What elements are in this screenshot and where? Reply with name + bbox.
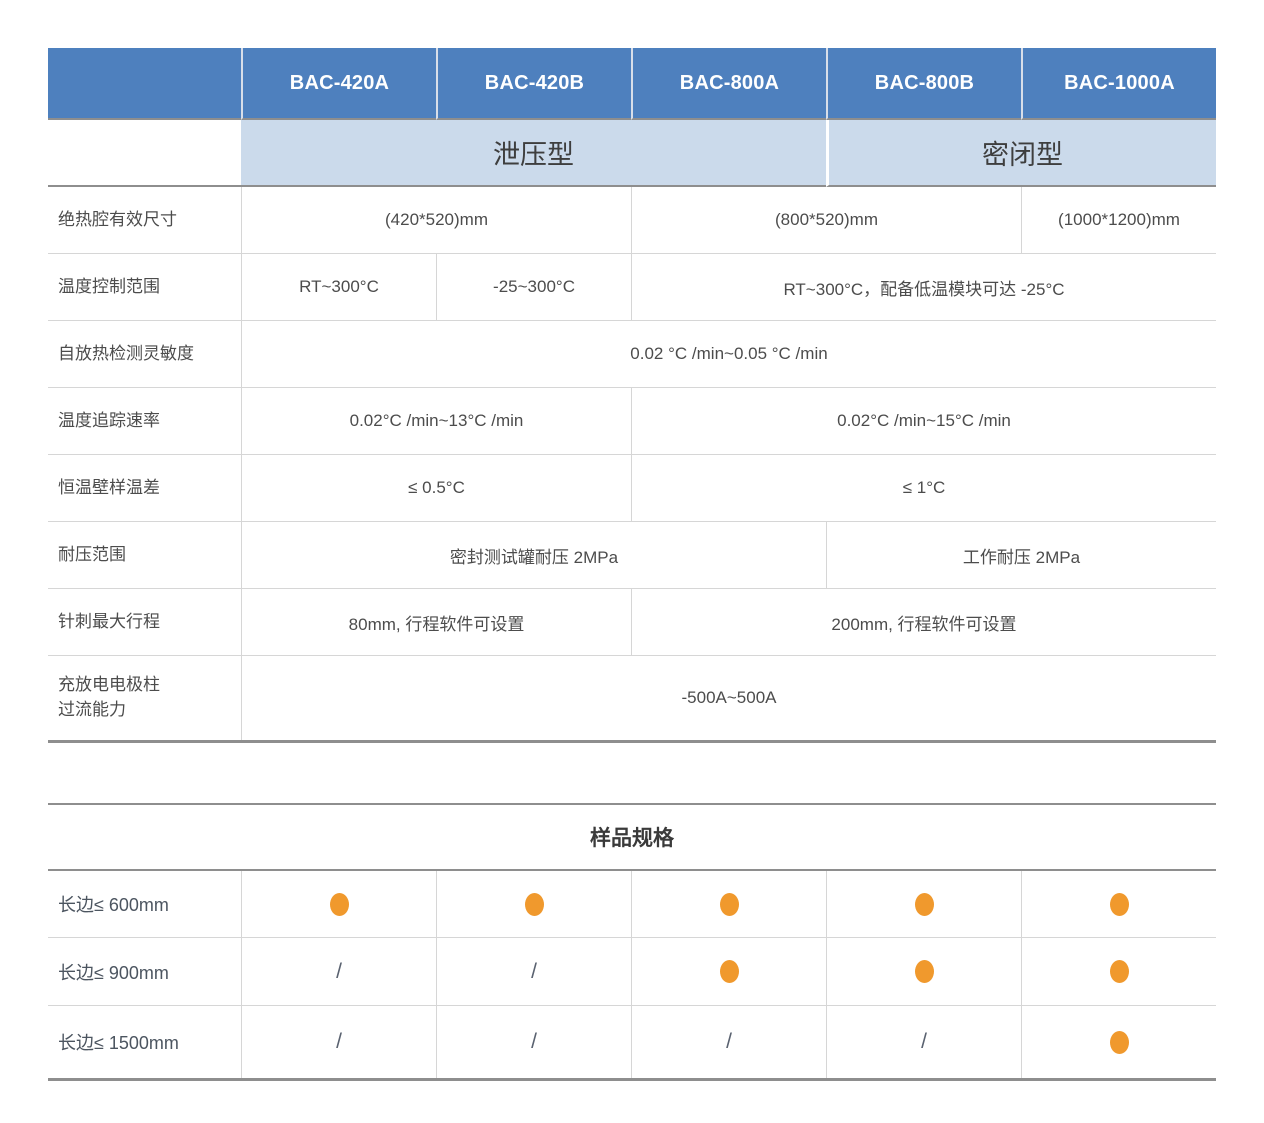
spec-value-cell: 密封测试罐耐压 2MPa — [241, 522, 826, 589]
mark-icon — [915, 960, 934, 983]
sample-value-cell — [826, 871, 1021, 938]
spec-table: BAC-420A BAC-420B BAC-800A BAC-800B BAC-… — [48, 48, 1216, 743]
header-empty-cell — [48, 48, 241, 120]
band-empty-cell — [48, 120, 241, 187]
mark-icon — [336, 960, 342, 984]
sample-table-title: 样品规格 — [48, 805, 1216, 871]
model-header-cell: BAC-420B — [436, 48, 631, 120]
spec-value-cell: -500A~500A — [241, 656, 1216, 740]
sample-row-label: 长边≤ 1500mm — [48, 1006, 241, 1078]
spec-value-cell: 0.02 °C /min~0.05 °C /min — [241, 321, 1216, 388]
mark-icon — [1110, 893, 1129, 916]
spec-value-cell: (1000*1200)mm — [1021, 187, 1216, 254]
sample-value-cell — [1021, 871, 1216, 938]
spec-value-cell: 200mm, 行程软件可设置 — [631, 589, 1216, 656]
mark-icon — [1110, 960, 1129, 983]
spec-row-label: 温度追踪速率 — [48, 388, 241, 455]
model-header-cell: BAC-1000A — [1021, 48, 1216, 120]
model-header-cell: BAC-420A — [241, 48, 436, 120]
spec-value-cell: 0.02°C /min~13°C /min — [241, 388, 631, 455]
spec-value-cell: 0.02°C /min~15°C /min — [631, 388, 1216, 455]
spec-value-cell: 工作耐压 2MPa — [826, 522, 1216, 589]
spec-value-cell: ≤ 1°C — [631, 455, 1216, 522]
spec-row-label: 恒温壁样温差 — [48, 455, 241, 522]
mark-icon — [720, 960, 739, 983]
spec-value-cell: ≤ 0.5°C — [241, 455, 631, 522]
spec-row-label: 绝热腔有效尺寸 — [48, 187, 241, 254]
mark-icon — [336, 1030, 342, 1054]
mark-icon — [531, 960, 537, 984]
sample-value-cell — [436, 1006, 631, 1078]
type-group-sealed: 密闭型 — [826, 120, 1216, 187]
mark-icon — [720, 893, 739, 916]
sample-value-cell — [826, 938, 1021, 1006]
mark-icon — [726, 1030, 732, 1054]
mark-icon — [525, 893, 544, 916]
spec-row-label: 温度控制范围 — [48, 254, 241, 321]
spec-value-cell: RT~300°C — [241, 254, 436, 321]
sample-value-cell — [436, 871, 631, 938]
sample-value-cell — [1021, 938, 1216, 1006]
sample-row-label: 长边≤ 600mm — [48, 871, 241, 938]
spec-row-label: 充放电电极柱 过流能力 — [48, 656, 241, 740]
spec-row-label: 耐压范围 — [48, 522, 241, 589]
spec-value-cell: 80mm, 行程软件可设置 — [241, 589, 631, 656]
mark-icon — [531, 1030, 537, 1054]
spec-value-cell: -25~300°C — [436, 254, 631, 321]
spec-value-cell: (800*520)mm — [631, 187, 1021, 254]
spec-row-label: 自放热检测灵敏度 — [48, 321, 241, 388]
spec-value-cell: RT~300°C，配备低温模块可达 -25°C — [631, 254, 1216, 321]
sample-value-cell — [241, 938, 436, 1006]
model-header-cell: BAC-800B — [826, 48, 1021, 120]
model-header-cell: BAC-800A — [631, 48, 826, 120]
sample-value-cell — [826, 1006, 1021, 1078]
type-group-vented: 泄压型 — [241, 120, 826, 187]
mark-icon — [330, 893, 349, 916]
sample-value-cell — [631, 938, 826, 1006]
sample-row-label: 长边≤ 900mm — [48, 938, 241, 1006]
sample-value-cell — [241, 1006, 436, 1078]
sample-value-cell — [436, 938, 631, 1006]
sample-value-cell — [241, 871, 436, 938]
mark-icon — [1110, 1031, 1129, 1054]
spec-value-cell: (420*520)mm — [241, 187, 631, 254]
sample-spec-table: 样品规格 长边≤ 600mm 长边≤ 900mm 长边≤ 1500mm — [48, 803, 1216, 1081]
page: BAC-420A BAC-420B BAC-800A BAC-800B BAC-… — [0, 0, 1264, 1123]
sample-value-cell — [631, 1006, 826, 1078]
mark-icon — [921, 1030, 927, 1054]
spec-row-label: 针刺最大行程 — [48, 589, 241, 656]
sample-value-cell — [1021, 1006, 1216, 1078]
mark-icon — [915, 893, 934, 916]
sample-value-cell — [631, 871, 826, 938]
